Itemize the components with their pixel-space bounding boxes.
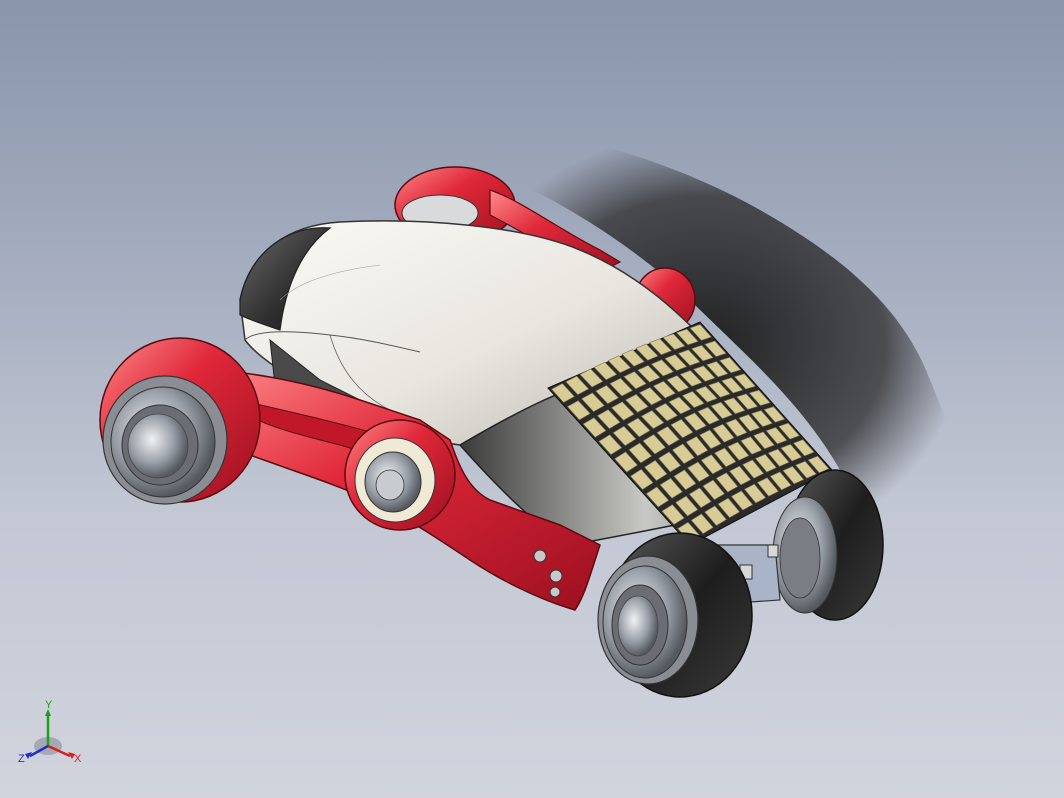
- center-hub: [344, 419, 456, 531]
- axis-triad: Y X Z: [18, 700, 82, 765]
- graphics-viewport[interactable]: Y X Z: [0, 0, 1064, 798]
- y-axis-label: Y: [45, 700, 53, 711]
- model-view[interactable]: [0, 0, 1064, 798]
- left-rear-wheel-pod: [99, 337, 261, 505]
- front-tire: [597, 532, 753, 698]
- x-axis-label: X: [74, 753, 82, 765]
- z-axis-label: Z: [18, 753, 25, 765]
